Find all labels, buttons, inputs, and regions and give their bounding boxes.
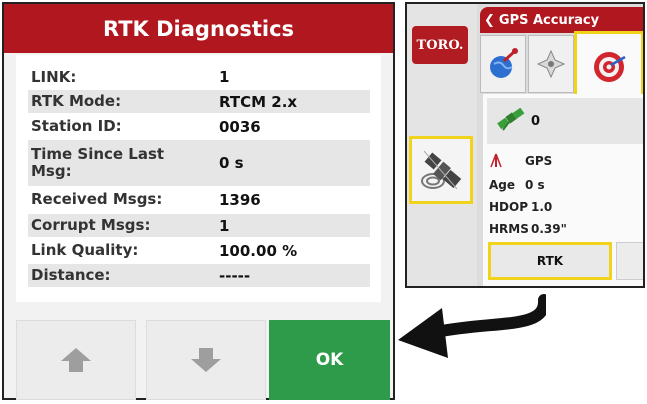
diag-row-rtk-mode: RTK Mode: RTCM 2.x xyxy=(28,90,370,113)
age-label: Age xyxy=(489,178,516,192)
curved-arrow-icon xyxy=(398,294,546,358)
hdop-value: 1.0 xyxy=(531,200,553,214)
diag-row-link-quality: Link Quality: 100.00 % xyxy=(28,239,370,262)
satellite-count: 0 xyxy=(531,113,541,129)
arrow-up-icon xyxy=(61,348,91,372)
diag-value: 0 s xyxy=(219,154,244,172)
toro-logo: TORO. xyxy=(412,26,468,64)
diag-value: 1 xyxy=(219,216,230,235)
dialog-title: RTK Diagnostics xyxy=(4,4,393,53)
diag-value: 1 xyxy=(219,68,230,86)
source-label: GPS xyxy=(525,154,553,168)
side-column: TORO. xyxy=(407,4,477,286)
diag-label: Link Quality: xyxy=(31,241,139,259)
tab-accuracy[interactable] xyxy=(574,31,643,103)
screen-title-bar: ❮ GPS Accuracy xyxy=(480,7,643,33)
tab-globe[interactable] xyxy=(480,35,526,93)
chevron-left-icon[interactable]: ❮ xyxy=(484,13,495,28)
diag-value: 100.00 % xyxy=(219,241,298,260)
diag-value: ----- xyxy=(219,266,251,285)
diag-label: LINK: xyxy=(31,67,77,86)
diag-row-received-msgs: Received Msgs: 1396 xyxy=(28,188,370,211)
diag-label: Distance: xyxy=(31,266,111,284)
satellite-signal-icon xyxy=(497,108,525,131)
arrow-down-icon xyxy=(191,348,221,372)
diag-label: Station ID: xyxy=(31,117,122,135)
gps-receiver-button[interactable] xyxy=(409,136,473,204)
age-value: 0 s xyxy=(525,178,545,192)
rtk-diagnostics-dialog: RTK Diagnostics LINK: 1 RTK Mode: RTCM 2… xyxy=(2,2,395,400)
tab-satellite[interactable] xyxy=(528,35,574,93)
hdop-label: HDOP xyxy=(489,200,528,214)
screen-title: GPS Accuracy xyxy=(498,12,600,28)
hrms-label: HRMS xyxy=(489,222,529,236)
secondary-button[interactable] xyxy=(616,242,643,280)
gps-info-panel: 0 GPS Age 0 s HDOP 1.0 HRMS 0.39" RTK xyxy=(483,94,643,286)
diag-row-distance: Distance: ----- xyxy=(28,264,370,287)
diag-row-corrupt-msgs: Corrupt Msgs: 1 xyxy=(28,214,370,237)
satellite-count-box: 0 xyxy=(487,98,643,144)
hrms-value: 0.39" xyxy=(531,222,567,236)
scroll-down-button[interactable] xyxy=(146,320,266,400)
diag-label: Received Msgs: xyxy=(31,190,163,208)
target-icon xyxy=(594,52,626,82)
diag-value: 1396 xyxy=(219,190,261,209)
diag-value: 0036 xyxy=(219,117,261,136)
ok-button[interactable]: OK xyxy=(269,320,390,400)
globe-pin-icon xyxy=(490,48,518,78)
diag-row-time-since-last-msg: Time Since Last Msg: 0 s xyxy=(28,140,370,186)
scroll-up-button[interactable] xyxy=(16,320,136,400)
antenna-icon xyxy=(490,153,502,168)
gps-accuracy-screen: TORO. ❮ GPS Accuracy 0 GPS Age 0 s HDOP … xyxy=(405,2,645,288)
diag-row-station-id: Station ID: 0036 xyxy=(28,115,370,138)
satellite-icon xyxy=(536,49,566,79)
diag-label: Time Since Last Msg: xyxy=(31,145,165,180)
diag-label: Corrupt Msgs: xyxy=(31,216,151,234)
diag-label: RTK Mode: xyxy=(31,92,122,110)
diag-value: RTCM 2.x xyxy=(219,92,298,111)
rtk-button[interactable]: RTK xyxy=(488,242,612,280)
gps-receiver-icon xyxy=(421,150,462,190)
diag-row-link: LINK: 1 xyxy=(28,66,370,88)
